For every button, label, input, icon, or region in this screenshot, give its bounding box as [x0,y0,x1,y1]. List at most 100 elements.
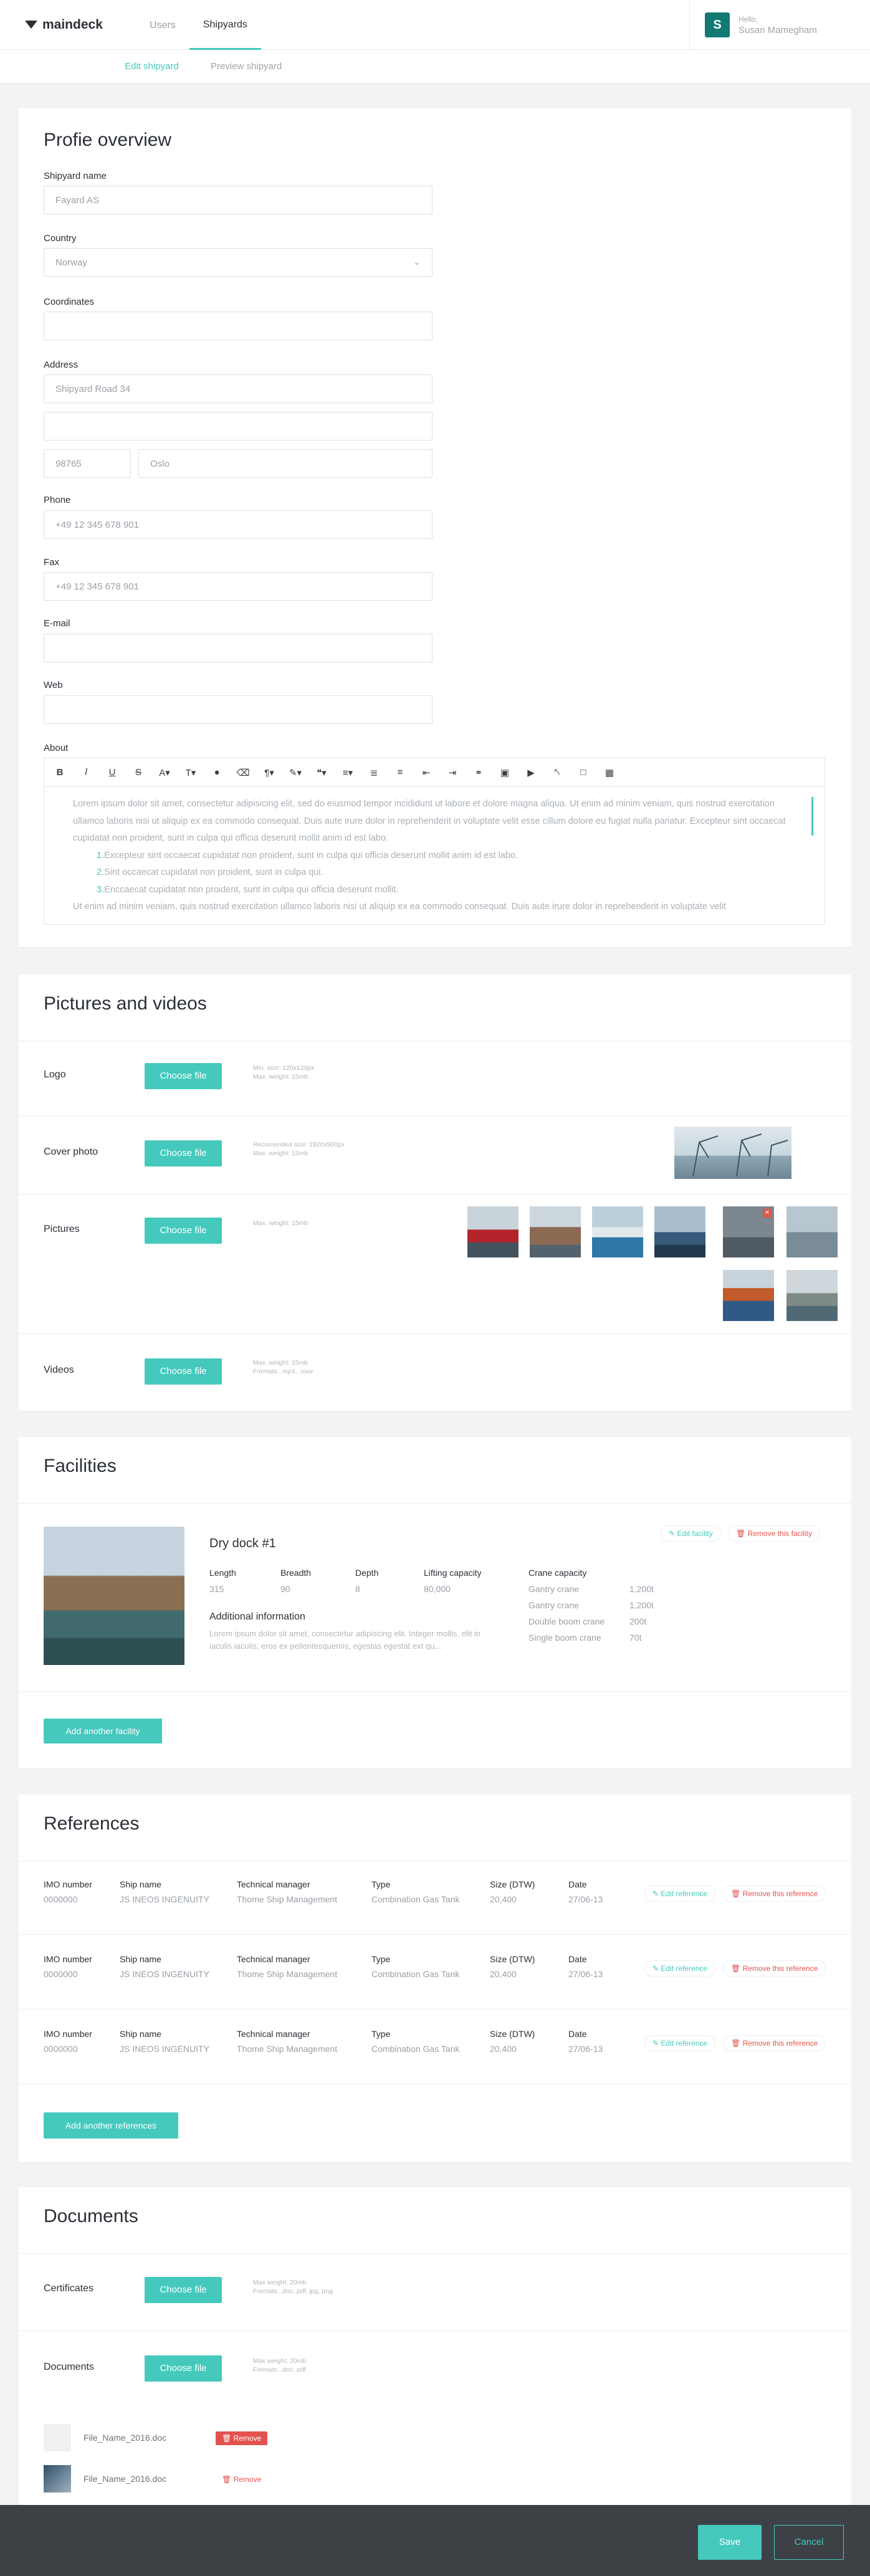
outdent-icon[interactable]: ⇤ [417,767,436,778]
reference-header: IMO number [44,2029,92,2039]
logo[interactable]: maindeck [25,17,103,32]
picture-thumbnail[interactable] [654,1206,705,1257]
remove-facility-button[interactable]: 🗑 Remove this facility [728,1525,820,1542]
user-name: Susan Mamegham [739,25,817,36]
address-line1-input[interactable]: Shipyard Road 34 [44,374,433,403]
edit-reference-label: Edit reference [661,1964,708,1973]
indent-icon[interactable]: ⇥ [443,767,462,778]
reference-cell: 27/06-13 [568,1969,603,1979]
color-icon[interactable]: ● [208,767,226,778]
profile-title: Profie overview [44,130,172,150]
table-icon[interactable]: ▦ [600,767,619,778]
bold-icon[interactable]: B [50,767,69,778]
reference-header: Size (DTW) [490,2029,535,2039]
picture-thumbnail[interactable] [786,1206,838,1257]
about-label: About [44,743,69,753]
picture-thumbnail[interactable] [467,1206,519,1257]
reference-cell: Thome Ship Management [237,1894,338,1904]
save-button[interactable]: Save [698,2525,762,2560]
reference-header: Ship name [120,2029,161,2039]
align-icon[interactable]: ≡▾ [338,767,357,778]
about-editor[interactable]: B I U S A▾ T▾ ● ⌫ ¶▾ ✎▾ ❝▾ ≡▾ ≣ ≡ ⇤ ⇥ ⚭ … [44,758,825,925]
image-icon[interactable]: ▣ [495,767,514,778]
edit-reference-button[interactable]: ✎ Edit reference [644,1960,716,1977]
unordered-list-icon[interactable]: ≡ [391,767,409,778]
link-icon[interactable]: ⚭ [469,767,488,778]
paragraph-icon[interactable]: ¶▾ [260,767,279,778]
underline-icon[interactable]: U [103,767,122,778]
videos-choose-button[interactable]: Choose file [145,1358,222,1385]
remove-reference-button[interactable]: 🗑 Remove this reference [723,1886,826,1902]
certificates-choose-button[interactable]: Choose file [145,2277,222,2303]
facility-value: 90 [280,1584,290,1594]
zip-input[interactable]: 98765 [44,449,131,478]
logo-hint-weight: Max. weight: 15mb [253,1073,308,1080]
edit-reference-button[interactable]: ✎ Edit reference [644,1886,716,1902]
nav-users[interactable]: Users [136,0,189,50]
font-size-icon[interactable]: A▾ [155,767,174,778]
italic-icon[interactable]: I [77,767,95,778]
remove-file-button[interactable]: 🗑 Remove [216,2431,268,2445]
remove-file-label: Remove [233,2475,262,2484]
address-label: Address [44,360,79,370]
phone-input[interactable]: +49 12 345 678 901 [44,510,433,539]
cover-hint-size: Recomended size: 1920x900px [253,1141,345,1148]
tab-preview-shipyard[interactable]: Preview shipyard [211,61,282,72]
city-input[interactable]: Oslo [138,449,433,478]
reference-header: Date [568,2029,587,2039]
editor-scrollbar[interactable] [811,797,813,836]
picture-thumbnail[interactable] [530,1206,581,1257]
tab-edit-shipyard[interactable]: Edit shipyard [125,61,179,72]
country-value: Norway [55,257,87,268]
facility-header: Length [209,1568,236,1578]
reference-cell: 0000000 [44,1894,78,1904]
reference-header: Technical manager [237,1954,310,1964]
text-height-icon[interactable]: T▾ [181,767,200,778]
user-menu[interactable]: S Hello, Susan Mamegham [689,0,870,50]
eraser-icon[interactable]: ⌫ [234,767,252,778]
cover-choose-button[interactable]: Choose file [145,1140,222,1166]
email-input[interactable] [44,634,433,662]
documents-label: Documents [44,2362,94,2372]
coordinates-input[interactable] [44,312,433,340]
media-card: Pictures and videos Logo Choose file Min… [19,975,851,1411]
cover-photo-label: Cover photo [44,1147,98,1157]
cancel-button[interactable]: Cancel [774,2525,844,2560]
edit-reference-button[interactable]: ✎ Edit reference [644,2035,716,2051]
reference-cell: 27/06-13 [568,2044,603,2054]
nav-shipyards[interactable]: Shipyards [189,0,261,50]
logo-choose-button[interactable]: Choose file [145,1063,222,1089]
remove-reference-button[interactable]: 🗑 Remove this reference [723,1960,826,1977]
strikethrough-icon[interactable]: S [129,767,148,778]
pen-icon[interactable]: ✎▾ [286,767,305,778]
remove-file-button[interactable]: 🗑 Remove [216,2473,267,2486]
add-reference-button[interactable]: Add another references [44,2112,178,2139]
list-text: Enccaecat cupidatat non proident, sunt i… [104,884,399,895]
edit-facility-button[interactable]: ✎ Edit facility [661,1525,721,1542]
remove-reference-button[interactable]: 🗑 Remove this reference [723,2035,826,2051]
quote-icon[interactable]: ❝▾ [312,767,331,778]
fax-input[interactable]: +49 12 345 678 901 [44,572,433,601]
documents-choose-button[interactable]: Choose file [145,2355,222,2382]
shipyard-name-input[interactable]: Fayard AS [44,186,433,214]
address-line2-input[interactable] [44,412,433,441]
reference-cell: Combination Gas Tank [371,1894,460,1904]
web-input[interactable] [44,695,433,724]
file-icon[interactable]: □ [574,767,593,778]
close-icon[interactable]: ✕ [763,1209,772,1218]
add-facility-button[interactable]: Add another facility [44,1719,162,1744]
picture-thumbnail[interactable] [592,1206,643,1257]
share-icon[interactable]: ⤣ [548,767,566,778]
web-label: Web [44,680,63,690]
remove-reference-label: Remove this reference [742,2039,818,2048]
country-select[interactable]: Norway ⌄ [44,248,433,277]
videos-hint: Max. weight: 15mb Formats: .mp4, .mov [253,1358,313,1376]
facility-name: Dry dock #1 [209,1537,276,1550]
pictures-choose-button[interactable]: Choose file [145,1218,222,1244]
picture-thumbnail[interactable]: ✕ [723,1206,774,1257]
pictures-label: Pictures [44,1224,80,1234]
picture-thumbnail[interactable] [786,1270,838,1321]
picture-thumbnail[interactable] [723,1270,774,1321]
ordered-list-icon[interactable]: ≣ [365,767,383,778]
video-icon[interactable]: ▶ [522,767,540,778]
